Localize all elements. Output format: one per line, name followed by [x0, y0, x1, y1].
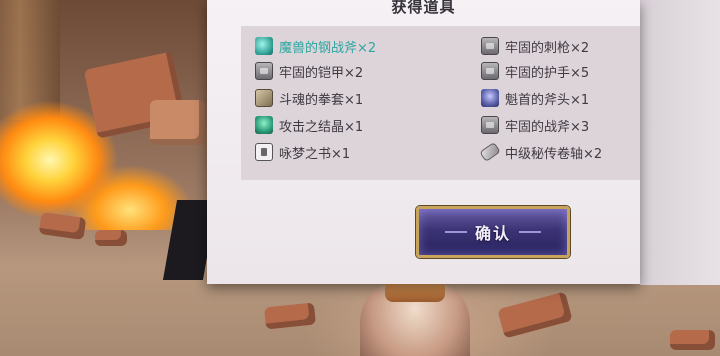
item-label: 攻击之结晶×1: [279, 119, 364, 135]
list-item[interactable]: 牢固的战斧×3: [481, 114, 589, 136]
item-label: 牢固的战斧×3: [505, 119, 590, 135]
list-item[interactable]: 魔兽的钢战斧×2: [255, 35, 376, 57]
confirm-button[interactable]: 确认: [416, 206, 570, 258]
dialog-title: 获得道具: [391, 0, 456, 16]
reward-dialog: 获得道具 魔兽的钢战斧×2 牢固的刺枪×2 牢固的铠甲×2 牢固的护手×5 斗魂…: [207, 0, 640, 284]
rubble-rock: [95, 230, 127, 246]
item-label: 牢固的刺枪×2: [505, 40, 590, 56]
rubble-rock: [150, 100, 205, 145]
list-item[interactable]: 咏梦之书×1: [255, 141, 350, 163]
button-ornament: [519, 231, 541, 233]
list-item[interactable]: 牢固的铠甲×2: [255, 60, 363, 82]
gem-icon: [255, 37, 273, 55]
item-list: 魔兽的钢战斧×2 牢固的刺枪×2 牢固的铠甲×2 牢固的护手×5 斗魂的拳套×1…: [241, 26, 640, 180]
axe-icon: [481, 89, 499, 107]
item-label: 牢固的护手×5: [505, 65, 590, 81]
list-item[interactable]: 攻击之结晶×1: [255, 114, 363, 136]
book-icon: [255, 143, 273, 161]
armor-icon: [255, 62, 273, 80]
list-item[interactable]: 牢固的刺枪×2: [481, 35, 589, 57]
button-ornament: [445, 231, 467, 233]
rubble-rock: [670, 330, 715, 350]
armor-icon: [481, 116, 499, 134]
ornament-panel: [640, 0, 720, 285]
crystal-icon: [255, 116, 273, 134]
armor-icon: [481, 37, 499, 55]
list-item[interactable]: 牢固的护手×5: [481, 60, 589, 82]
item-label: 中级秘传卷轴×2: [505, 146, 603, 162]
item-label: 咏梦之书×1: [279, 146, 351, 162]
list-item[interactable]: 中级秘传卷轴×2: [479, 141, 603, 163]
item-label: 斗魂的拳套×1: [279, 92, 364, 108]
list-item[interactable]: 斗魂的拳套×1: [255, 87, 363, 109]
armor-icon: [481, 62, 499, 80]
confirm-label: 确认: [474, 224, 511, 243]
item-label: 魔兽的钢战斧×2: [279, 40, 377, 56]
glove-icon: [255, 89, 273, 107]
list-item[interactable]: 魁首的斧头×1: [481, 87, 589, 109]
scroll-icon: [479, 141, 501, 163]
item-label: 魁首的斧头×1: [505, 92, 590, 108]
item-label: 牢固的铠甲×2: [279, 65, 364, 81]
